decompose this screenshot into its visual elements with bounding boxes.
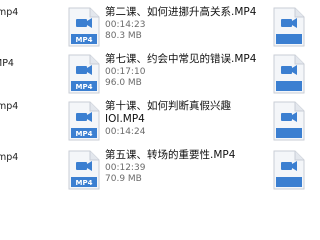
file-meta: 第二课、如何进挪升高关系.MP4 00:14:23 80.3 MB (105, 6, 257, 42)
file-tile[interactable]: MP4 第五课、转场的重要性.MP4 00:12:39 70.9 MB (61, 149, 256, 197)
left-file-item[interactable]: .mp4 (0, 7, 42, 19)
file-tile[interactable]: MP4 第十课、如何判断真假兴趣 IOI.MP4 00:14:24 (61, 100, 256, 148)
left-file-name: .mp4 (0, 152, 19, 163)
video-file-icon[interactable] (272, 54, 306, 94)
file-tile[interactable]: MP4 第二课、如何进挪升高关系.MP4 00:14:23 80.3 MB (61, 6, 256, 54)
file-size: 80.3 MB (105, 31, 142, 41)
file-ext-label: MP4 (76, 36, 93, 44)
file-duration: 00:14:23 (105, 20, 146, 30)
left-file-name: MP4 (0, 58, 14, 69)
left-file-item[interactable]: .mp4 (0, 101, 42, 113)
video-file-icon: MP4 (68, 150, 100, 190)
video-file-icon: MP4 (68, 54, 100, 94)
file-size: 96.0 MB (105, 78, 142, 88)
file-name: 第七课、约会中常见的错误.MP4 (105, 53, 257, 65)
file-name: 第十课、如何判断真假兴趣 (105, 100, 231, 112)
file-ext-label: MP4 (76, 179, 93, 187)
file-duration: 00:12:39 (105, 163, 146, 173)
file-tile[interactable]: MP4 第七课、约会中常见的错误.MP4 00:17:10 96.0 MB (61, 53, 256, 101)
file-name-line2: IOI.MP4 (105, 113, 145, 125)
video-file-icon[interactable] (272, 7, 306, 47)
left-file-name: .mp4 (0, 101, 19, 112)
file-ext-label: MP4 (76, 83, 93, 91)
file-size: 70.9 MB (105, 174, 142, 184)
file-name: 第五课、转场的重要性.MP4 (105, 149, 236, 161)
file-meta: 第七课、约会中常见的错误.MP4 00:17:10 96.0 MB (105, 53, 257, 89)
left-file-item[interactable]: MP4 (0, 58, 42, 70)
file-name: 第二课、如何进挪升高关系.MP4 (105, 6, 257, 18)
file-duration: 00:14:24 (105, 127, 146, 137)
file-meta: 第五课、转场的重要性.MP4 00:12:39 70.9 MB (105, 149, 255, 185)
file-explorer-pane: .mp4 MP4 .mp4 .mp4 MP4 第二课、如何进挪升高关系.MP4 … (0, 0, 305, 200)
video-file-icon: MP4 (68, 7, 100, 47)
left-file-item[interactable]: .mp4 (0, 152, 42, 164)
video-file-icon[interactable] (272, 101, 306, 141)
file-duration: 00:17:10 (105, 67, 146, 77)
file-ext-label: MP4 (76, 130, 93, 138)
video-file-icon: MP4 (68, 101, 100, 141)
video-file-icon[interactable] (272, 150, 306, 190)
file-meta: 第十课、如何判断真假兴趣 IOI.MP4 00:14:24 (105, 100, 255, 138)
left-file-name: .mp4 (0, 7, 19, 18)
